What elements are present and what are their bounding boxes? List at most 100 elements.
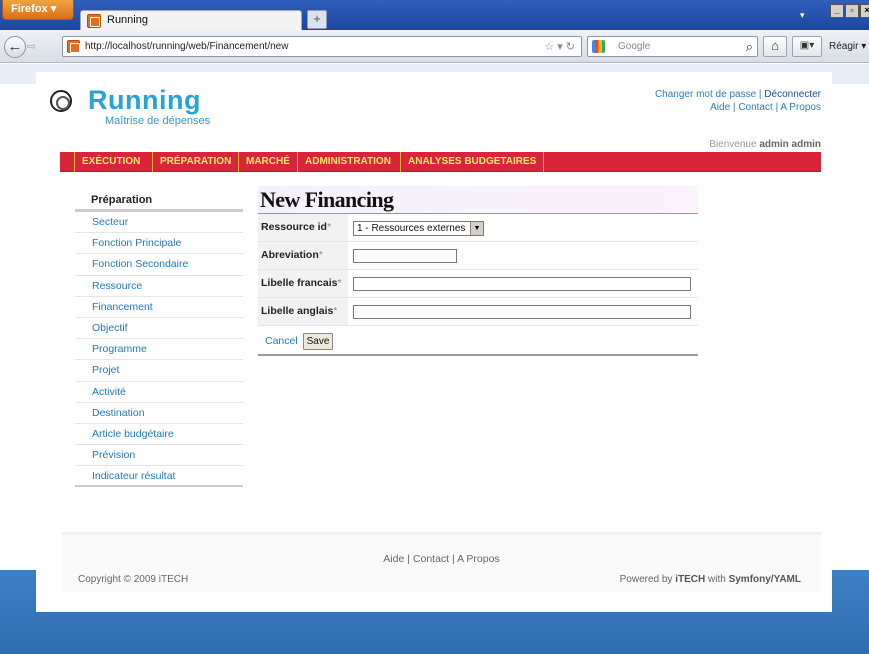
powered-middle: with xyxy=(708,574,726,585)
footer: Aide | Contact | A Propos Copyright © 20… xyxy=(62,532,821,592)
search-icon[interactable]: ⌕ xyxy=(746,39,753,55)
bookmarks-menu-icon[interactable]: ▣▾ xyxy=(792,36,822,57)
firefox-menu-label: Firefox xyxy=(11,3,48,15)
close-window-button[interactable]: × xyxy=(860,4,869,18)
libelle-francais-input[interactable] xyxy=(353,277,691,291)
sidebar-item-prevision[interactable]: Prévision xyxy=(75,445,243,467)
sidebar-item-financement[interactable]: Financement xyxy=(75,297,243,318)
cancel-link[interactable]: Cancel xyxy=(265,335,298,347)
field-label-text: Abreviation xyxy=(261,249,319,261)
libelle-anglais-input[interactable] xyxy=(353,305,691,319)
powered-prefix: Powered by xyxy=(619,574,673,585)
page-title: New Financing xyxy=(258,186,698,214)
logo-subtitle: Maîtrise de dépenses xyxy=(105,115,211,127)
link-separator: | xyxy=(407,553,410,565)
contact-link[interactable]: Contact xyxy=(738,102,772,113)
required-mark: * xyxy=(318,249,323,261)
sidebar-item-indicateur-resultat[interactable]: Indicateur résultat xyxy=(75,466,243,488)
footer-about-link[interactable]: A Propos xyxy=(457,553,500,565)
home-icon[interactable]: ⌂ xyxy=(763,36,787,57)
footer-help-link[interactable]: Aide xyxy=(383,553,404,565)
required-mark: * xyxy=(333,305,338,317)
field-label: Libelle anglais* xyxy=(258,298,348,325)
welcome-text: Bienvenue xyxy=(709,139,757,150)
sidebar-item-activite[interactable]: Activité xyxy=(75,382,243,403)
welcome-user: admin admin xyxy=(759,139,821,150)
dropdown-arrow-icon[interactable]: ▼ xyxy=(470,222,483,235)
browser-tab[interactable]: Running xyxy=(80,10,302,30)
search-placeholder: Google xyxy=(618,41,651,52)
sidebar-item-objectif[interactable]: Objectif xyxy=(75,318,243,340)
powered-company: iTECH xyxy=(675,574,706,585)
sidebar-item-article-budgetaire[interactable]: Article budgétaire xyxy=(75,424,243,446)
sidebar-item-programme[interactable]: Programme xyxy=(75,339,243,361)
logout-link[interactable]: Déconnecter xyxy=(764,89,821,100)
google-engine-icon[interactable] xyxy=(592,40,605,53)
main-content: New Financing Ressource id* 1 - Ressourc… xyxy=(258,186,698,356)
search-box[interactable]: Google ⌕ xyxy=(587,36,758,57)
menu-item-analyses-budgetaires[interactable]: ANALYSES BUDGETAIRES xyxy=(400,152,545,172)
field-label-text: Libelle anglais xyxy=(261,305,334,317)
maximize-window-button[interactable]: ▫ xyxy=(845,4,859,18)
link-separator: | xyxy=(758,89,762,100)
footer-links: Aide | Contact | A Propos xyxy=(62,553,821,565)
site-logo[interactable]: Running Maîtrise de dépenses xyxy=(50,85,250,135)
main-menu: EXÉCUTION PRÉPARATION MARCHÉ ADMINISTRAT… xyxy=(60,152,821,172)
addon-button[interactable]: Réagir ▾ xyxy=(829,41,866,52)
change-password-link[interactable]: Changer mot de passe xyxy=(655,89,756,100)
powered-tech: Symfony/YAML xyxy=(728,574,801,585)
link-separator: | xyxy=(732,102,736,113)
form-row-libelle-anglais: Libelle anglais* xyxy=(258,298,698,326)
form-row-abreviation: Abreviation* xyxy=(258,242,698,270)
list-all-tabs-icon[interactable]: ▾ xyxy=(800,10,805,21)
menu-item-administration[interactable]: ADMINISTRATION xyxy=(297,152,398,172)
form-row-libelle-francais: Libelle francais* xyxy=(258,270,698,298)
firefox-menu-button[interactable]: Firefox ▾ xyxy=(2,0,74,20)
required-mark: * xyxy=(326,221,332,233)
field-label-text: Libelle francais xyxy=(261,277,338,289)
sidebar-item-projet[interactable]: Projet xyxy=(75,360,243,382)
minimize-window-button[interactable]: _ xyxy=(830,4,844,18)
sidebar-item-ressource[interactable]: Ressource xyxy=(75,276,243,297)
sidebar-item-secteur[interactable]: Secteur xyxy=(75,212,243,234)
user-links: Changer mot de passe | Déconnecter Aide … xyxy=(655,88,821,114)
form-actions: Cancel Save xyxy=(258,326,698,356)
footer-contact-link[interactable]: Contact xyxy=(413,553,449,565)
field-label: Libelle francais* xyxy=(258,270,348,297)
ressource-id-select[interactable]: 1 - Ressources externes ▼ xyxy=(353,221,484,236)
browser-title-bar: Firefox ▾ Running + ▾ _ ▫ × xyxy=(0,0,869,30)
about-link[interactable]: A Propos xyxy=(780,102,821,113)
tab-title: Running xyxy=(107,14,148,26)
required-mark: * xyxy=(337,277,342,289)
forward-button[interactable]: ⇨ xyxy=(27,40,36,53)
help-link[interactable]: Aide xyxy=(710,102,730,113)
welcome-message: Bienvenue admin admin xyxy=(709,139,821,150)
url-bar[interactable]: http://localhost/running/web/Financement… xyxy=(62,36,582,57)
field-label: Abreviation* xyxy=(258,242,348,269)
menu-item-marche[interactable]: MARCHÉ xyxy=(238,152,297,172)
sidebar-item-fonction-principale[interactable]: Fonction Principale xyxy=(75,233,243,255)
addon-label: Réagir xyxy=(829,41,859,52)
tab-favicon-icon xyxy=(87,14,101,28)
sidebar: Préparation Secteur Fonction Principale … xyxy=(75,190,243,488)
abreviation-input[interactable] xyxy=(353,249,457,263)
save-button[interactable]: Save xyxy=(303,333,333,350)
bookmark-star-icon[interactable]: ☆ ▾ ↻ xyxy=(544,40,575,53)
powered-by: Powered by iTECH with Symfony/YAML xyxy=(620,574,801,585)
back-button[interactable]: ← xyxy=(4,36,26,58)
field-label-text: Ressource id xyxy=(261,221,327,233)
menu-item-execution[interactable]: EXÉCUTION xyxy=(74,152,147,172)
reload-icon[interactable]: ↻ xyxy=(566,41,575,53)
running-logo-icon xyxy=(50,90,72,112)
sidebar-item-fonction-secondaire[interactable]: Fonction Secondaire xyxy=(75,254,243,276)
sidebar-heading: Préparation xyxy=(75,190,243,212)
url-text: http://localhost/running/web/Financement… xyxy=(85,41,289,52)
form-row-ressource-id: Ressource id* 1 - Ressources externes ▼ xyxy=(258,214,698,242)
link-separator: | xyxy=(775,102,779,113)
new-tab-button[interactable]: + xyxy=(307,10,327,29)
field-label: Ressource id* xyxy=(258,214,348,241)
sidebar-item-destination[interactable]: Destination xyxy=(75,403,243,424)
logo-title: Running xyxy=(88,85,201,115)
menu-item-preparation[interactable]: PRÉPARATION xyxy=(152,152,238,172)
link-separator: | xyxy=(452,553,455,565)
